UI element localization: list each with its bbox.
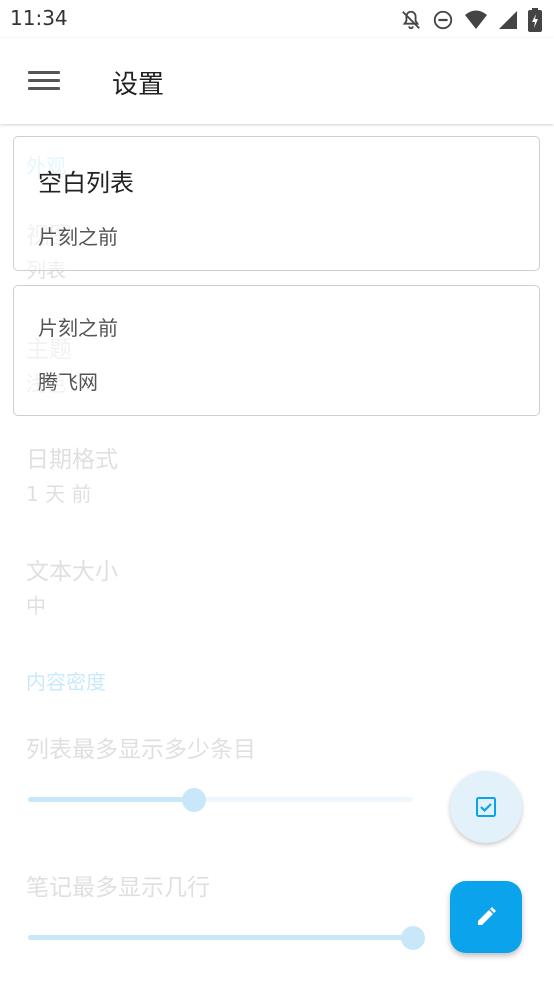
setting-title: 文本大小 [26, 559, 118, 585]
setting-max-lines: 笔记最多显示几行 [26, 868, 210, 902]
setting-value: 中 [26, 594, 46, 618]
bell-off-icon [402, 10, 420, 30]
status-bar: 11:34 [0, 0, 554, 38]
checkbox-icon [476, 797, 496, 817]
new-checklist-button[interactable] [450, 771, 522, 843]
cell-signal-icon [499, 11, 517, 29]
app-bar: 设置 [0, 38, 554, 124]
slider-fill [28, 935, 413, 940]
do-not-disturb-icon [433, 10, 453, 30]
setting-text-size[interactable]: 文本大小 中 [26, 552, 118, 619]
battery-charging-icon [528, 8, 542, 32]
note-card[interactable]: 空白列表 片刻之前 [13, 136, 540, 271]
slider-fill [28, 797, 194, 802]
page-title: 设置 [112, 70, 165, 100]
setting-max-items: 列表最多显示多少条目 [26, 730, 256, 764]
note-content: 腾飞网 [38, 370, 98, 394]
section-header-density: 内容密度 [26, 670, 106, 694]
status-icons [400, 8, 542, 32]
setting-title: 日期格式 [26, 447, 118, 473]
note-card[interactable]: 片刻之前 腾飞网 [13, 285, 540, 416]
max-items-slider[interactable] [28, 788, 413, 812]
slider-thumb[interactable] [181, 788, 206, 812]
note-time: 片刻之前 [38, 225, 118, 249]
slider-thumb[interactable] [401, 926, 425, 950]
setting-title: 笔记最多显示几行 [26, 875, 210, 901]
hamburger-icon [28, 71, 60, 90]
setting-title: 列表最多显示多少条目 [26, 737, 256, 763]
setting-date-format[interactable]: 日期格式 1 天 前 [26, 440, 118, 507]
max-lines-slider[interactable] [28, 926, 425, 950]
menu-button[interactable] [28, 66, 60, 94]
note-time: 片刻之前 [38, 316, 118, 340]
wifi-icon [465, 10, 487, 29]
new-note-button[interactable] [450, 881, 522, 953]
status-time: 11:34 [10, 6, 68, 30]
setting-value: 1 天 前 [26, 482, 92, 506]
note-title: 空白列表 [38, 169, 134, 197]
pencil-icon [478, 907, 496, 925]
